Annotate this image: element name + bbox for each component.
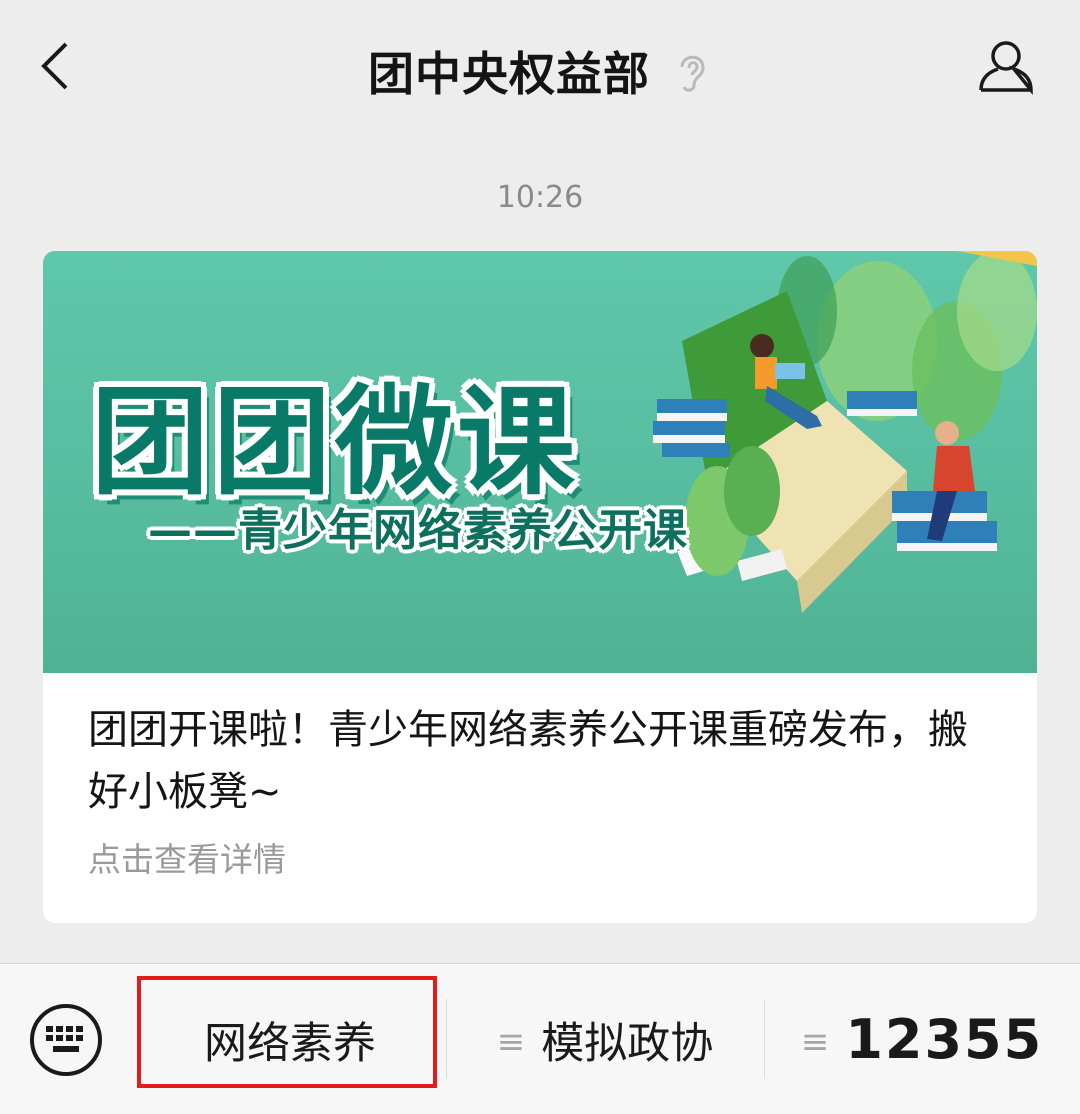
person-icon bbox=[979, 41, 1033, 95]
chat-header: 团中央权益部 bbox=[0, 0, 1080, 130]
menu-item-label: 模拟政协 bbox=[541, 1018, 714, 1069]
chat-title: 团中央权益部 bbox=[368, 47, 650, 101]
menu-item-mock-cppcc[interactable]: ≡ 模拟政协 bbox=[446, 964, 764, 1114]
article-title: 团团开课啦！青少年网络素养公开课重磅发布，搬好小板凳~ bbox=[88, 707, 968, 815]
keyboard-toggle-button[interactable] bbox=[28, 1002, 104, 1078]
message-timestamp: 10:26 bbox=[496, 180, 584, 215]
highlight-box bbox=[137, 976, 437, 1088]
banner-title: 团团微课 bbox=[91, 373, 580, 511]
article-card[interactable]: 团团微课 ——青少年网络素养公开课 团团开课啦！青少年网络素养公开课重磅发布，搬… bbox=[43, 251, 1037, 923]
list-icon: ≡ bbox=[800, 1021, 830, 1062]
list-icon: ≡ bbox=[496, 1021, 526, 1062]
article-details-link[interactable]: 点击查看详情 bbox=[88, 833, 977, 881]
keyboard-icon bbox=[30, 1004, 102, 1076]
banner-illustration bbox=[653, 251, 1037, 613]
profile-button[interactable] bbox=[976, 36, 1036, 96]
ear-icon bbox=[680, 55, 705, 92]
banner-subtitle: ——青少年网络素养公开课 bbox=[148, 505, 688, 556]
menu-item-12355[interactable]: ≡ 12355 bbox=[764, 964, 1080, 1114]
article-banner-image: 团团微课 ——青少年网络素养公开课 bbox=[43, 251, 1037, 673]
menu-item-label: 12355 bbox=[845, 1008, 1044, 1071]
